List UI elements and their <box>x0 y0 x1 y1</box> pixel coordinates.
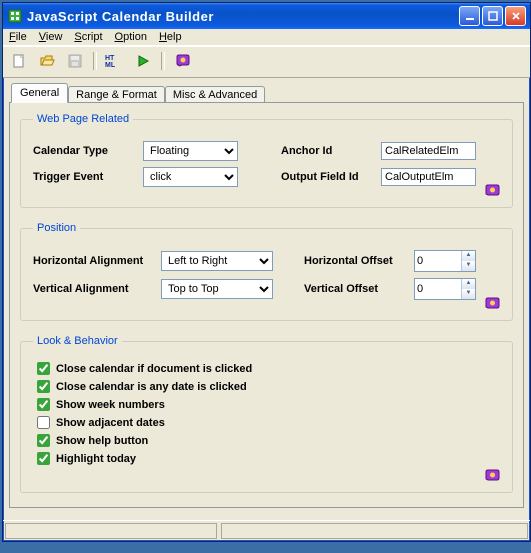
menu-view[interactable]: View <box>39 31 63 43</box>
tab-panel-general: Web Page Related Calendar Type Floating … <box>9 102 524 508</box>
svg-text:ML: ML <box>105 62 116 69</box>
calendar-type-label: Calendar Type <box>33 145 143 157</box>
app-window: JavaScript Calendar Builder File View Sc… <box>2 2 531 542</box>
maximize-button[interactable] <box>482 6 503 26</box>
check-help-button-box[interactable] <box>37 434 50 447</box>
check-adjacent-dates[interactable]: Show adjacent dates <box>37 416 502 429</box>
check-close-date-box[interactable] <box>37 380 50 393</box>
spin-up-icon[interactable]: ▲ <box>462 279 475 289</box>
tabs-area: General Range & Format Misc & Advanced W… <box>3 78 530 520</box>
calendar-type-select[interactable]: Floating <box>143 141 238 161</box>
voffset-spinner[interactable]: ▲▼ <box>414 278 476 300</box>
check-close-date[interactable]: Close calendar is any date is clicked <box>37 380 502 393</box>
tab-strip: General Range & Format Misc & Advanced <box>11 82 524 102</box>
trigger-event-select[interactable]: click <box>143 167 238 187</box>
check-highlight-today-box[interactable] <box>37 452 50 465</box>
help-toolbar-button[interactable] <box>171 49 195 73</box>
anchor-id-input[interactable] <box>381 142 476 160</box>
spin-down-icon[interactable]: ▼ <box>462 289 475 299</box>
voffset-label: Vertical Offset <box>304 283 414 295</box>
hoffset-spinner[interactable]: ▲▼ <box>414 250 476 272</box>
toolbar-separator <box>93 52 97 70</box>
group-legend: Look & Behavior <box>33 335 122 347</box>
spin-down-icon[interactable]: ▼ <box>462 261 475 271</box>
html-button[interactable]: HTML <box>103 49 127 73</box>
tab-misc-advanced[interactable]: Misc & Advanced <box>165 86 265 103</box>
output-field-input[interactable] <box>381 168 476 186</box>
minimize-button[interactable] <box>459 6 480 26</box>
run-button[interactable] <box>131 49 155 73</box>
toolbar-separator-2 <box>161 52 165 70</box>
spin-up-icon[interactable]: ▲ <box>462 251 475 261</box>
check-adjacent-dates-box[interactable] <box>37 416 50 429</box>
status-cell-2 <box>221 523 528 539</box>
help-icon[interactable] <box>482 181 504 201</box>
app-icon <box>7 8 23 24</box>
new-button[interactable] <box>7 49 31 73</box>
menu-file[interactable]: File <box>9 31 27 43</box>
hoffset-label: Horizontal Offset <box>304 255 414 267</box>
tab-range-format[interactable]: Range & Format <box>68 86 165 103</box>
window-controls <box>459 6 526 26</box>
check-week-numbers[interactable]: Show week numbers <box>37 398 502 411</box>
tab-general[interactable]: General <box>11 83 68 103</box>
check-help-button[interactable]: Show help button <box>37 434 502 447</box>
status-bar <box>3 520 530 541</box>
toolbar: HTML <box>3 46 530 78</box>
halign-select[interactable]: Left to Right <box>161 251 273 271</box>
valign-select[interactable]: Top to Top <box>161 279 273 299</box>
check-week-numbers-box[interactable] <box>37 398 50 411</box>
group-web-page-related: Web Page Related Calendar Type Floating … <box>20 113 513 208</box>
svg-text:HT: HT <box>105 55 115 62</box>
trigger-event-label: Trigger Event <box>33 171 143 183</box>
output-field-label: Output Field Id <box>281 171 381 183</box>
status-cell-1 <box>5 523 217 539</box>
group-legend: Web Page Related <box>33 113 133 125</box>
menu-option[interactable]: Option <box>115 31 147 43</box>
menu-bar: File View Script Option Help <box>3 29 530 46</box>
help-icon[interactable] <box>482 294 504 314</box>
group-position: Position Horizontal Alignment Left to Ri… <box>20 222 513 321</box>
hoffset-input[interactable] <box>415 251 461 271</box>
save-button[interactable] <box>63 49 87 73</box>
voffset-input[interactable] <box>415 279 461 299</box>
check-close-doc[interactable]: Close calendar if document is clicked <box>37 362 502 375</box>
window-title: JavaScript Calendar Builder <box>27 9 459 24</box>
anchor-id-label: Anchor Id <box>281 145 381 157</box>
open-button[interactable] <box>35 49 59 73</box>
help-icon[interactable] <box>482 466 504 486</box>
title-bar: JavaScript Calendar Builder <box>3 3 530 29</box>
group-legend: Position <box>33 222 80 234</box>
check-close-doc-box[interactable] <box>37 362 50 375</box>
group-look-behavior: Look & Behavior Close calendar if docume… <box>20 335 513 493</box>
close-button[interactable] <box>505 6 526 26</box>
valign-label: Vertical Alignment <box>33 283 161 295</box>
check-highlight-today[interactable]: Highlight today <box>37 452 502 465</box>
halign-label: Horizontal Alignment <box>33 255 161 267</box>
menu-help[interactable]: Help <box>159 31 182 43</box>
menu-script[interactable]: Script <box>74 31 102 43</box>
